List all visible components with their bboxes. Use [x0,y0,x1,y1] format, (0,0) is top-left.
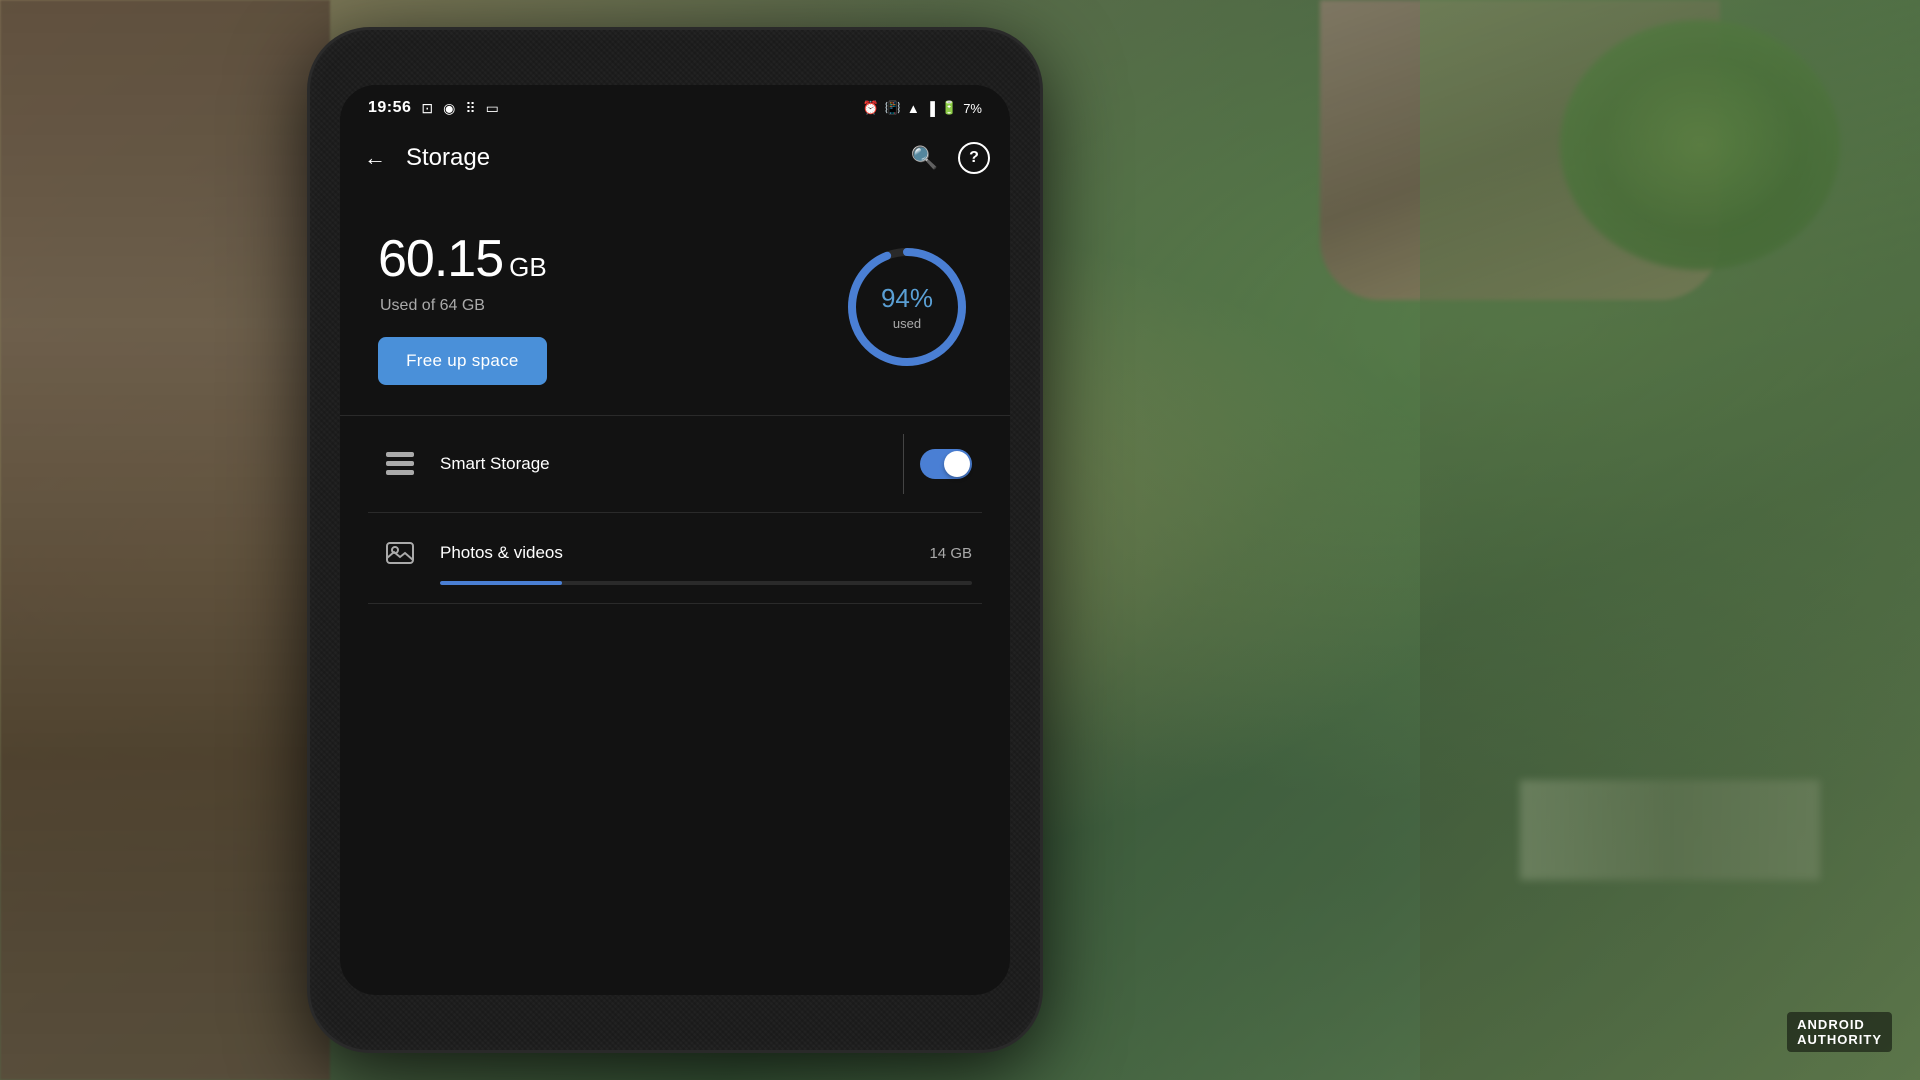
toggle-thumb [944,451,970,477]
app-bar-actions: 🔍 ? [907,141,990,175]
smart-storage-toggle[interactable] [920,449,972,479]
storage-unit: GB [509,252,547,283]
watermark-line2: AUTHORITY [1797,1032,1882,1047]
storage-info: 60.15 GB Used of 64 GB Free up space [378,229,547,385]
free-up-space-button[interactable]: Free up space [378,337,547,385]
back-button[interactable]: ← [360,139,398,177]
photos-size: 14 GB [929,545,972,562]
photos-progress-fill [440,581,562,585]
location-icon: ◉ [443,100,455,117]
photos-icon [378,531,422,575]
circle-percent: 94% [881,283,933,314]
phone-screen: 19:56 ⊡ ◉ ⠿ ▭ ⏰ 📳 ▲ ▐ 🔋 7% ← Stor [340,85,1010,995]
circle-center: 94% used [842,242,972,372]
smart-storage-item[interactable]: Smart Storage [368,416,982,513]
battery-percent: 7% [963,101,982,116]
status-bar: 19:56 ⊡ ◉ ⠿ ▭ ⏰ 📳 ▲ ▐ 🔋 7% [340,85,1010,127]
watermark-line1: ANDROID [1797,1017,1865,1032]
smart-storage-content: Smart Storage [440,454,903,474]
cast-icon: ⊡ [421,100,433,117]
storage-number: 60.15 [378,229,503,289]
storage-used-of: Used of 64 GB [380,297,547,315]
search-icon[interactable]: 🔍 [907,141,942,175]
bg-left-texture [0,0,330,1080]
photos-title: Photos & videos [440,543,929,563]
status-time: 19:56 [368,99,411,117]
content-area: 60.15 GB Used of 64 GB Free up space [340,189,1010,624]
vertical-divider [903,434,904,494]
screen-icon: ▭ [486,100,499,117]
audio-wave-icon: ⠿ [465,100,475,117]
status-bar-right: ⏰ 📳 ▲ ▐ 🔋 7% [863,100,982,116]
alarm-icon: ⏰ [863,100,879,116]
toggle-track [920,449,972,479]
photos-right: 14 GB [929,545,972,562]
storage-circle-progress: 94% used [842,242,972,372]
smart-storage-title: Smart Storage [440,454,903,474]
help-icon[interactable]: ? [958,142,990,174]
phone-device: 19:56 ⊡ ◉ ⠿ ▭ ⏰ 📳 ▲ ▐ 🔋 7% ← Stor [310,30,1040,1050]
phone-case: 19:56 ⊡ ◉ ⠿ ▭ ⏰ 📳 ▲ ▐ 🔋 7% ← Stor [310,30,1040,1050]
photos-progress-bar [440,581,972,585]
status-bar-left: 19:56 ⊡ ◉ ⠿ ▭ [368,99,499,117]
photos-videos-item[interactable]: Photos & videos 14 GB [368,513,982,604]
bg-right [1420,0,1920,1080]
wifi-icon: ▲ [907,101,920,116]
photos-content: Photos & videos [440,543,929,563]
vibrate-icon: 📳 [885,100,901,116]
circle-label: used [893,316,921,331]
app-bar: ← Storage 🔍 ? [340,127,1010,189]
app-title: Storage [406,144,907,172]
smart-storage-icon [378,442,422,486]
bg-fence [1520,780,1820,880]
storage-summary: 60.15 GB Used of 64 GB Free up space [368,209,982,415]
signal-icon: ▐ [926,101,935,116]
watermark: ANDROID AUTHORITY [1787,1012,1892,1052]
battery-icon: 🔋 [941,100,957,116]
storage-amount: 60.15 GB [378,229,547,289]
